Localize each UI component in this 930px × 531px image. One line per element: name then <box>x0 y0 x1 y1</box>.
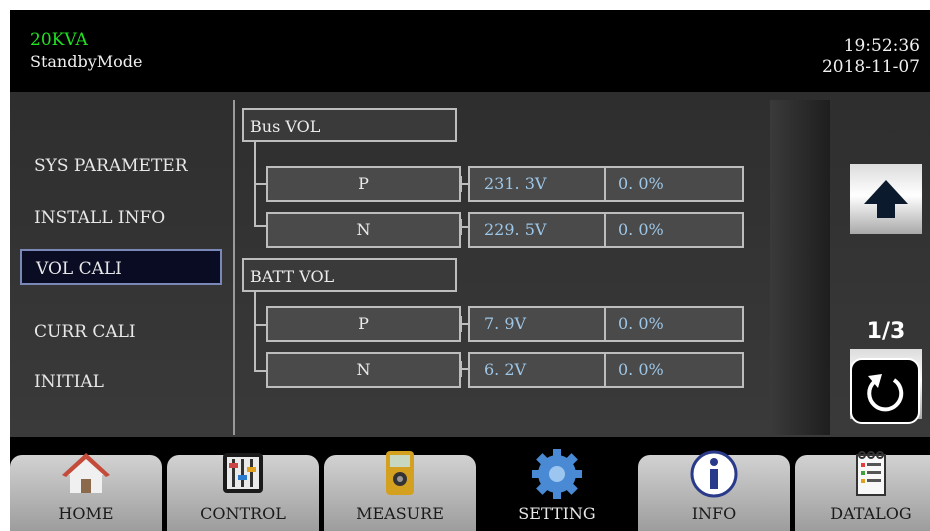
menu-item-vol-cali[interactable]: VOL CALI <box>20 249 222 285</box>
home-icon <box>62 453 110 493</box>
datalog-icon <box>856 451 886 496</box>
main-panel: SYS PARAMETER INSTALL INFO VOL CALI CURR… <box>10 92 930 437</box>
row-connector <box>460 226 468 228</box>
menu-item-sys-parameter[interactable]: SYS PARAMETER <box>20 148 222 184</box>
row-connector <box>460 368 468 370</box>
bus-n-percent-value[interactable]: 0. 0% <box>606 212 744 248</box>
menu-divider <box>233 100 235 435</box>
clock-time: 19:52:36 <box>843 36 920 56</box>
bus-p-voltage-value[interactable]: 231. 3V <box>468 166 606 202</box>
multimeter-icon <box>386 451 414 495</box>
tab-label: SETTING <box>518 504 596 523</box>
tab-datalog[interactable]: DATALOG <box>795 451 930 531</box>
refresh-button[interactable] <box>850 358 920 424</box>
tree-connector <box>254 324 266 326</box>
batt-p-voltage-value[interactable]: 7. 9V <box>468 306 606 342</box>
row-connector <box>460 323 468 325</box>
row-label-bus-p: P <box>266 166 461 202</box>
clock-date: 2018-11-07 <box>821 57 920 77</box>
menu-item-install-info[interactable]: INSTALL INFO <box>20 200 222 236</box>
row-connector <box>460 183 468 185</box>
bottom-nav: HOME CONTROL MEASURE SETTING INFO DATALO… <box>10 437 930 531</box>
tab-label: HOME <box>58 504 114 523</box>
panel-shadow <box>770 100 830 435</box>
gear-icon <box>532 449 582 499</box>
tab-info[interactable]: INFO <box>638 450 790 531</box>
tree-connector <box>254 292 256 372</box>
tree-connector <box>254 370 266 372</box>
batt-n-voltage-value[interactable]: 6. 2V <box>468 352 606 388</box>
info-icon <box>690 450 738 498</box>
tab-home[interactable]: HOME <box>10 453 162 531</box>
tab-control[interactable]: CONTROL <box>167 453 319 531</box>
page-indicator: 1/3 <box>866 319 906 344</box>
tree-connector <box>254 183 266 185</box>
tab-label: INFO <box>691 504 737 523</box>
menu-item-initial[interactable]: INITIAL <box>20 364 222 400</box>
tab-label: MEASURE <box>356 504 444 523</box>
row-label-batt-n: N <box>266 352 461 388</box>
page-up-button[interactable] <box>850 164 922 234</box>
bus-p-percent-value[interactable]: 0. 0% <box>606 166 744 202</box>
tree-connector <box>254 225 266 227</box>
bus-n-voltage-value[interactable]: 229. 5V <box>468 212 606 248</box>
row-label-bus-n: N <box>266 212 461 248</box>
tab-setting[interactable]: SETTING <box>481 449 633 531</box>
tab-label: DATALOG <box>830 504 912 523</box>
control-icon <box>223 453 263 493</box>
tab-measure[interactable]: MEASURE <box>324 451 476 531</box>
mode-label: StandbyMode <box>30 52 143 71</box>
header-bar: 20KVA StandbyMode 19:52:36 2018-11-07 <box>10 10 930 92</box>
arrow-up-icon <box>864 180 908 218</box>
group-title-batt-vol: BATT VOL <box>242 258 457 292</box>
row-label-batt-p: P <box>266 306 461 342</box>
tab-label: CONTROL <box>200 504 286 523</box>
group-title-bus-vol: Bus VOL <box>242 108 457 142</box>
model-label: 20KVA <box>30 30 88 50</box>
menu-item-curr-cali[interactable]: CURR CALI <box>20 314 222 350</box>
batt-n-percent-value[interactable]: 0. 0% <box>606 352 744 388</box>
batt-p-percent-value[interactable]: 0. 0% <box>606 306 744 342</box>
ups-screen: 20KVA StandbyMode 19:52:36 2018-11-07 SY… <box>10 10 930 531</box>
refresh-icon <box>867 374 904 412</box>
